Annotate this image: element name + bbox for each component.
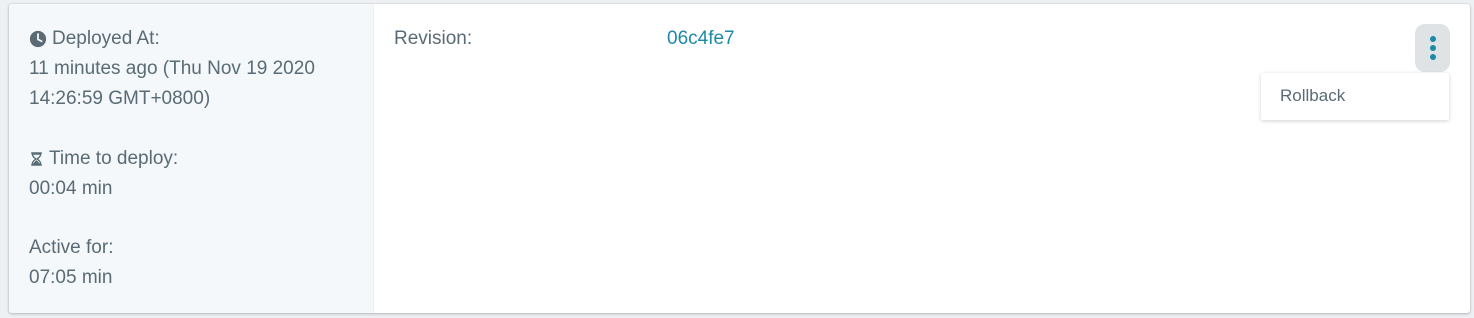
revision-label: Revision: xyxy=(394,28,473,49)
time-to-deploy-value: 00:04 min xyxy=(29,178,113,199)
time-to-deploy-label-row: Time to deploy: xyxy=(29,144,178,174)
more-actions-button[interactable] xyxy=(1415,24,1450,72)
time-to-deploy-block: Time to deploy: 00:04 min xyxy=(29,144,178,204)
revision-panel: Revision: 06c4fe7 Rollback xyxy=(374,4,1470,313)
deployment-card: Deployed At: 11 minutes ago (Thu Nov 19 … xyxy=(9,4,1470,313)
deployed-at-relative: 11 minutes ago (Thu Nov 19 2020 xyxy=(29,58,315,79)
active-for-label-row: Active for: xyxy=(29,233,113,263)
actions-dropdown-menu: Rollback xyxy=(1261,73,1449,120)
active-for-label: Active for: xyxy=(29,237,114,258)
revision-link[interactable]: 06c4fe7 xyxy=(667,24,735,54)
active-for-value: 07:05 min xyxy=(29,267,113,288)
deployed-at-label: Deployed At: xyxy=(52,28,160,49)
deployed-at-label-row: Deployed At: xyxy=(29,24,315,54)
hourglass-icon xyxy=(29,150,44,168)
deployment-info-panel: Deployed At: 11 minutes ago (Thu Nov 19 … xyxy=(9,4,374,313)
time-to-deploy-label: Time to deploy: xyxy=(49,148,179,169)
clock-icon xyxy=(29,30,47,48)
more-vertical-icon xyxy=(1429,36,1436,60)
deployed-at-timestamp: 14:26:59 GMT+0800) xyxy=(29,88,211,109)
rollback-menu-item[interactable]: Rollback xyxy=(1280,84,1345,108)
deployed-at-block: Deployed At: 11 minutes ago (Thu Nov 19 … xyxy=(29,24,315,114)
active-for-block: Active for: 07:05 min xyxy=(29,233,113,293)
